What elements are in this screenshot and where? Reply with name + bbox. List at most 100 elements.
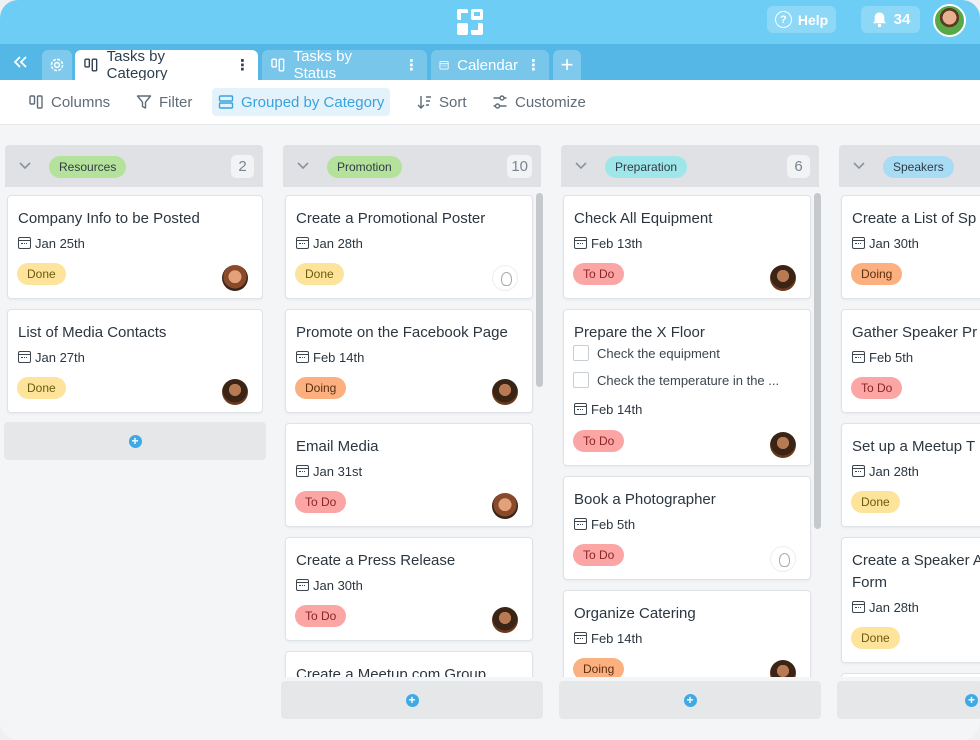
tab-calendar[interactable]: Calendar ⋮ [431,50,549,80]
plus-circle-icon: + [128,434,142,448]
view-settings-button[interactable] [42,50,72,80]
task-card[interactable]: Check All Equipment Feb 13th To Do [563,195,811,299]
task-card[interactable] [841,673,980,677]
assignee-avatar[interactable] [222,265,248,291]
status-badge[interactable]: To Do [295,605,347,627]
category-pill: Speakers [883,156,954,178]
task-card[interactable]: Create a List of Sp Jan 30th Doing [841,195,980,299]
sort-button[interactable]: Sort [410,88,473,116]
tab-label: Tasks by Status [293,48,352,82]
task-card[interactable]: List of Media Contacts Jan 27th Done [7,309,263,413]
add-card-button[interactable]: + [4,422,266,460]
customize-button[interactable]: Customize [486,88,592,116]
card-date: Feb 14th [574,630,642,646]
assignee-avatar[interactable] [492,379,518,405]
app-logo-icon[interactable] [456,8,484,36]
tab-menu-icon[interactable]: ⋮ [235,56,250,74]
status-badge[interactable]: Done [17,263,66,285]
card-title: Book a Photographer [574,491,716,508]
task-card[interactable]: Gather Speaker Pr Feb 5th To Do [841,309,980,413]
column-preparation: Preparation 6 Check All Equipment Feb 13… [559,145,821,725]
chevron-down-icon[interactable] [295,157,311,173]
card-list: Create a List of Sp Jan 30th Doing Gathe… [839,193,980,677]
add-card-button[interactable]: + [559,681,821,719]
scrollbar-thumb[interactable] [814,193,821,529]
status-badge[interactable]: Doing [295,377,347,399]
task-card[interactable]: Set up a Meetup T Jan 28th Done [841,423,980,527]
status-badge[interactable]: To Do [295,491,347,513]
card-title: Create a Speaker A [852,552,980,569]
status-badge[interactable]: Done [17,377,66,399]
notifications-count: 34 [893,11,911,28]
assignee-avatar[interactable] [770,660,796,677]
card-date: Jan 30th [296,577,363,593]
columns-view-icon [84,58,98,72]
card-date-text: Feb 13th [591,235,643,251]
task-card[interactable]: Book a Photographer Feb 5th To Do [563,476,811,580]
status-badge[interactable]: To Do [573,430,625,452]
column-scrollbar[interactable] [814,193,821,677]
add-card-button[interactable]: + [281,681,543,719]
checkbox[interactable] [573,345,589,361]
status-badge[interactable]: Done [851,491,900,513]
card-date-text: Jan 31st [313,463,363,479]
card-date: Feb 5th [574,516,635,532]
assignee-avatar[interactable] [770,432,796,458]
collapse-sidebar-icon[interactable] [11,52,31,72]
user-avatar[interactable] [933,4,966,37]
checkbox[interactable] [573,372,589,388]
add-view-button[interactable]: + [553,50,581,80]
chevron-down-icon[interactable] [573,157,589,173]
view-tabs-bar: Tasks by Category ⋮ Tasks by Status ⋮ Ca… [0,44,980,82]
status-badge[interactable]: To Do [573,263,625,285]
status-badge[interactable]: To Do [851,377,903,399]
assignee-avatar[interactable] [222,379,248,405]
columns-icon [29,95,43,109]
card-date-text: Jan 28th [869,463,919,479]
tab-label: Tasks by Category [106,48,168,82]
card-date: Jan 25th [18,235,85,251]
tab-tasks-by-category[interactable]: Tasks by Category ⋮ [75,48,258,82]
checklist-item[interactable]: Check the equipment [573,344,720,362]
chevron-down-icon[interactable] [851,157,867,173]
tab-tasks-by-status[interactable]: Tasks by Status ⋮ [262,48,427,82]
checklist-text: Check the equipment [597,345,720,361]
group-by-button[interactable]: Grouped by Category [212,88,391,116]
column-scrollbar[interactable] [536,193,543,677]
status-badge[interactable]: Done [851,627,900,649]
column-header: Resources 2 [5,145,263,187]
status-badge[interactable]: To Do [573,544,625,566]
filter-button[interactable]: Filter [130,88,198,116]
sort-label: Sort [439,93,467,111]
assignee-avatar[interactable] [492,265,518,291]
tab-menu-icon[interactable]: ⋮ [404,56,419,74]
task-card[interactable]: Create a Meetup.com Group [285,651,533,677]
column-count: 2 [231,155,254,178]
task-card[interactable]: Company Info to be Posted Jan 25th Done [7,195,263,299]
task-card[interactable]: Create a Promotional Poster Jan 28th Don… [285,195,533,299]
status-badge[interactable]: Doing [851,263,903,285]
checklist-item[interactable]: Check the temperature in the ... [573,371,779,389]
task-card[interactable]: Prepare the X Floor Check the equipment … [563,309,811,466]
status-badge[interactable]: Doing [573,658,625,677]
task-card[interactable]: Promote on the Facebook Page Feb 14th Do… [285,309,533,413]
status-badge[interactable]: Done [295,263,344,285]
bell-icon [872,12,886,28]
chevron-down-icon[interactable] [17,157,33,173]
task-card[interactable]: Email Media Jan 31st To Do [285,423,533,527]
task-card[interactable]: Organize Catering Feb 14th Doing [563,590,811,677]
task-card[interactable]: Create a Press Release Jan 30th To Do [285,537,533,641]
columns-button[interactable]: Columns [22,88,116,116]
tab-menu-icon[interactable]: ⋮ [526,56,541,74]
notifications-button[interactable]: 34 [861,6,920,33]
help-button[interactable]: ? Help [767,6,836,33]
assignee-avatar[interactable] [770,546,796,572]
assignee-avatar[interactable] [492,493,518,519]
card-date: Jan 31st [296,463,362,479]
add-card-button[interactable]: + [837,681,980,719]
assignee-avatar[interactable] [492,607,518,633]
gear-icon [50,58,64,72]
scrollbar-thumb[interactable] [536,193,543,387]
assignee-avatar[interactable] [770,265,796,291]
task-card[interactable]: Create a Speaker A Form Jan 28th Done [841,537,980,663]
